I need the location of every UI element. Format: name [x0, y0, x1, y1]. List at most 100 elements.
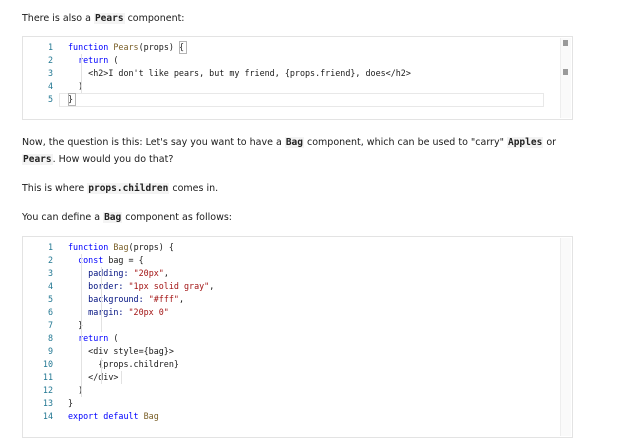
- code-line[interactable]: 5 background: "#fff",: [23, 293, 558, 306]
- code-token: return: [68, 333, 114, 343]
- line-number: 4: [47, 281, 53, 291]
- code-text: }: [68, 397, 73, 410]
- bracket-match-highlight: [179, 41, 187, 54]
- inline-code-props-children: props.children: [87, 183, 170, 194]
- code-token: <div style={bag}>: [68, 346, 174, 356]
- inline-code-apples: Apples: [506, 137, 544, 148]
- code-token: "20px": [133, 268, 164, 278]
- define-paragraph: You can define a Bag component as follow…: [22, 211, 232, 225]
- code-token: const: [68, 255, 109, 265]
- line-number: 2: [47, 55, 53, 65]
- code-editor-pears[interactable]: 1 function Pears(props) {2 return (3 <h2>…: [22, 36, 573, 120]
- code-line[interactable]: 1 function Bag(props) {: [23, 241, 558, 254]
- code-text: return (: [68, 54, 118, 67]
- code-text: margin: "20px 0": [68, 306, 169, 319]
- line-number: 8: [47, 333, 53, 343]
- code-text: <div style={bag}>: [68, 345, 174, 358]
- code-text: {props.children}: [68, 358, 179, 371]
- code-line[interactable]: 12 ): [23, 384, 558, 397]
- current-line-highlight: [59, 93, 544, 107]
- code-token: Bag: [143, 411, 159, 421]
- question-text-4: . How would you do that?: [52, 154, 174, 165]
- line-number: 7: [47, 320, 53, 330]
- code-token: (props) {: [138, 42, 184, 52]
- line-number: 3: [47, 68, 53, 78]
- indent-guide: [121, 371, 122, 384]
- code-text: function Bag(props) {: [68, 241, 174, 254]
- line-number: 10: [42, 359, 53, 369]
- code-editor-bag[interactable]: 1 function Bag(props) {2 const bag = {3 p…: [22, 236, 573, 438]
- children-paragraph: This is where props.children comes in.: [22, 182, 218, 196]
- line-number: 5: [47, 94, 53, 104]
- code-token: (: [113, 333, 119, 343]
- code-line[interactable]: 14 export default Bag: [23, 410, 558, 423]
- line-number: 1: [47, 242, 53, 252]
- code-token: </div>: [68, 372, 119, 382]
- inline-code-bag-2: Bag: [103, 212, 123, 223]
- code-token: bag = {: [108, 255, 144, 265]
- question-text-2: component, which can be used to "carry": [304, 137, 507, 148]
- line-number: 1: [47, 42, 53, 52]
- code-line[interactable]: 5}: [23, 93, 558, 107]
- code-text: function Pears(props) {: [68, 41, 184, 54]
- code-token: {props.children}: [68, 359, 179, 369]
- line-number: 3: [47, 268, 53, 278]
- line-number: 11: [42, 372, 53, 382]
- children-text-before: This is where: [22, 183, 88, 194]
- code-token: Bag: [113, 242, 129, 252]
- code-line[interactable]: 6 margin: "20px 0": [23, 306, 558, 319]
- code-token: (: [113, 55, 119, 65]
- inline-code-pears: Pears: [93, 13, 125, 24]
- code-line[interactable]: 2 return (: [23, 54, 558, 67]
- intro-paragraph: There is also a Pears component:: [22, 12, 185, 26]
- indent-guide: [81, 54, 82, 93]
- editor-scrollbar[interactable]: [560, 238, 571, 436]
- code-line[interactable]: 1 function Pears(props) {: [23, 41, 558, 54]
- line-number: 5: [47, 294, 53, 304]
- code-text: <h2>I don't like pears, but my friend, {…: [68, 67, 411, 80]
- line-number: 6: [47, 307, 53, 317]
- intro-text-after: component:: [124, 13, 185, 24]
- code-line[interactable]: 7 }: [23, 319, 558, 332]
- code-token: border:: [68, 281, 129, 291]
- code-text: border: "1px solid gray",: [68, 280, 214, 293]
- code-token: ,: [209, 281, 215, 291]
- code-line[interactable]: 11 </div>: [23, 371, 558, 384]
- code-token: "#fff": [148, 294, 179, 304]
- bracket-match-highlight: [68, 93, 76, 106]
- code-token: ,: [178, 294, 184, 304]
- code-line[interactable]: 3 <h2>I don't like pears, but my friend,…: [23, 67, 558, 80]
- code-line[interactable]: 10 {props.children}: [23, 358, 558, 371]
- code-token: return: [68, 55, 114, 65]
- code-line[interactable]: 3 padding: "20px",: [23, 267, 558, 280]
- code-text: return (: [68, 332, 118, 345]
- code-line[interactable]: 9 <div style={bag}>: [23, 345, 558, 358]
- scrollbar-marker: [563, 69, 568, 75]
- code-token: "1px solid gray": [128, 281, 210, 291]
- code-token: "20px 0": [128, 307, 169, 317]
- define-text-after: component as follows:: [122, 212, 232, 223]
- code-line[interactable]: 4 border: "1px solid gray",: [23, 280, 558, 293]
- line-number: 13: [42, 398, 53, 408]
- code-text: background: "#fff",: [68, 293, 184, 306]
- code-token: ,: [163, 268, 169, 278]
- line-number: 14: [42, 411, 53, 421]
- code-line[interactable]: 2 const bag = {: [23, 254, 558, 267]
- indent-guide: [81, 254, 82, 397]
- editor-scrollbar[interactable]: [560, 38, 571, 118]
- code-line[interactable]: 13}: [23, 397, 558, 410]
- line-number: 9: [47, 346, 53, 356]
- define-text-before: You can define a: [22, 212, 104, 223]
- scrollbar-marker: [563, 40, 568, 46]
- code-line[interactable]: 8 return (: [23, 332, 558, 345]
- children-text-after: comes in.: [169, 183, 219, 194]
- code-text: const bag = {: [68, 254, 144, 267]
- code-token: (props) {: [128, 242, 174, 252]
- line-number: 2: [47, 255, 53, 265]
- line-number: 4: [47, 81, 53, 91]
- inline-code-bag: Bag: [284, 137, 304, 148]
- line-number: 12: [42, 385, 53, 395]
- code-token: <h2>I don't like pears, but my friend, {…: [68, 68, 411, 78]
- code-line[interactable]: 4 ): [23, 80, 558, 93]
- intro-text-before: There is also a: [22, 13, 94, 24]
